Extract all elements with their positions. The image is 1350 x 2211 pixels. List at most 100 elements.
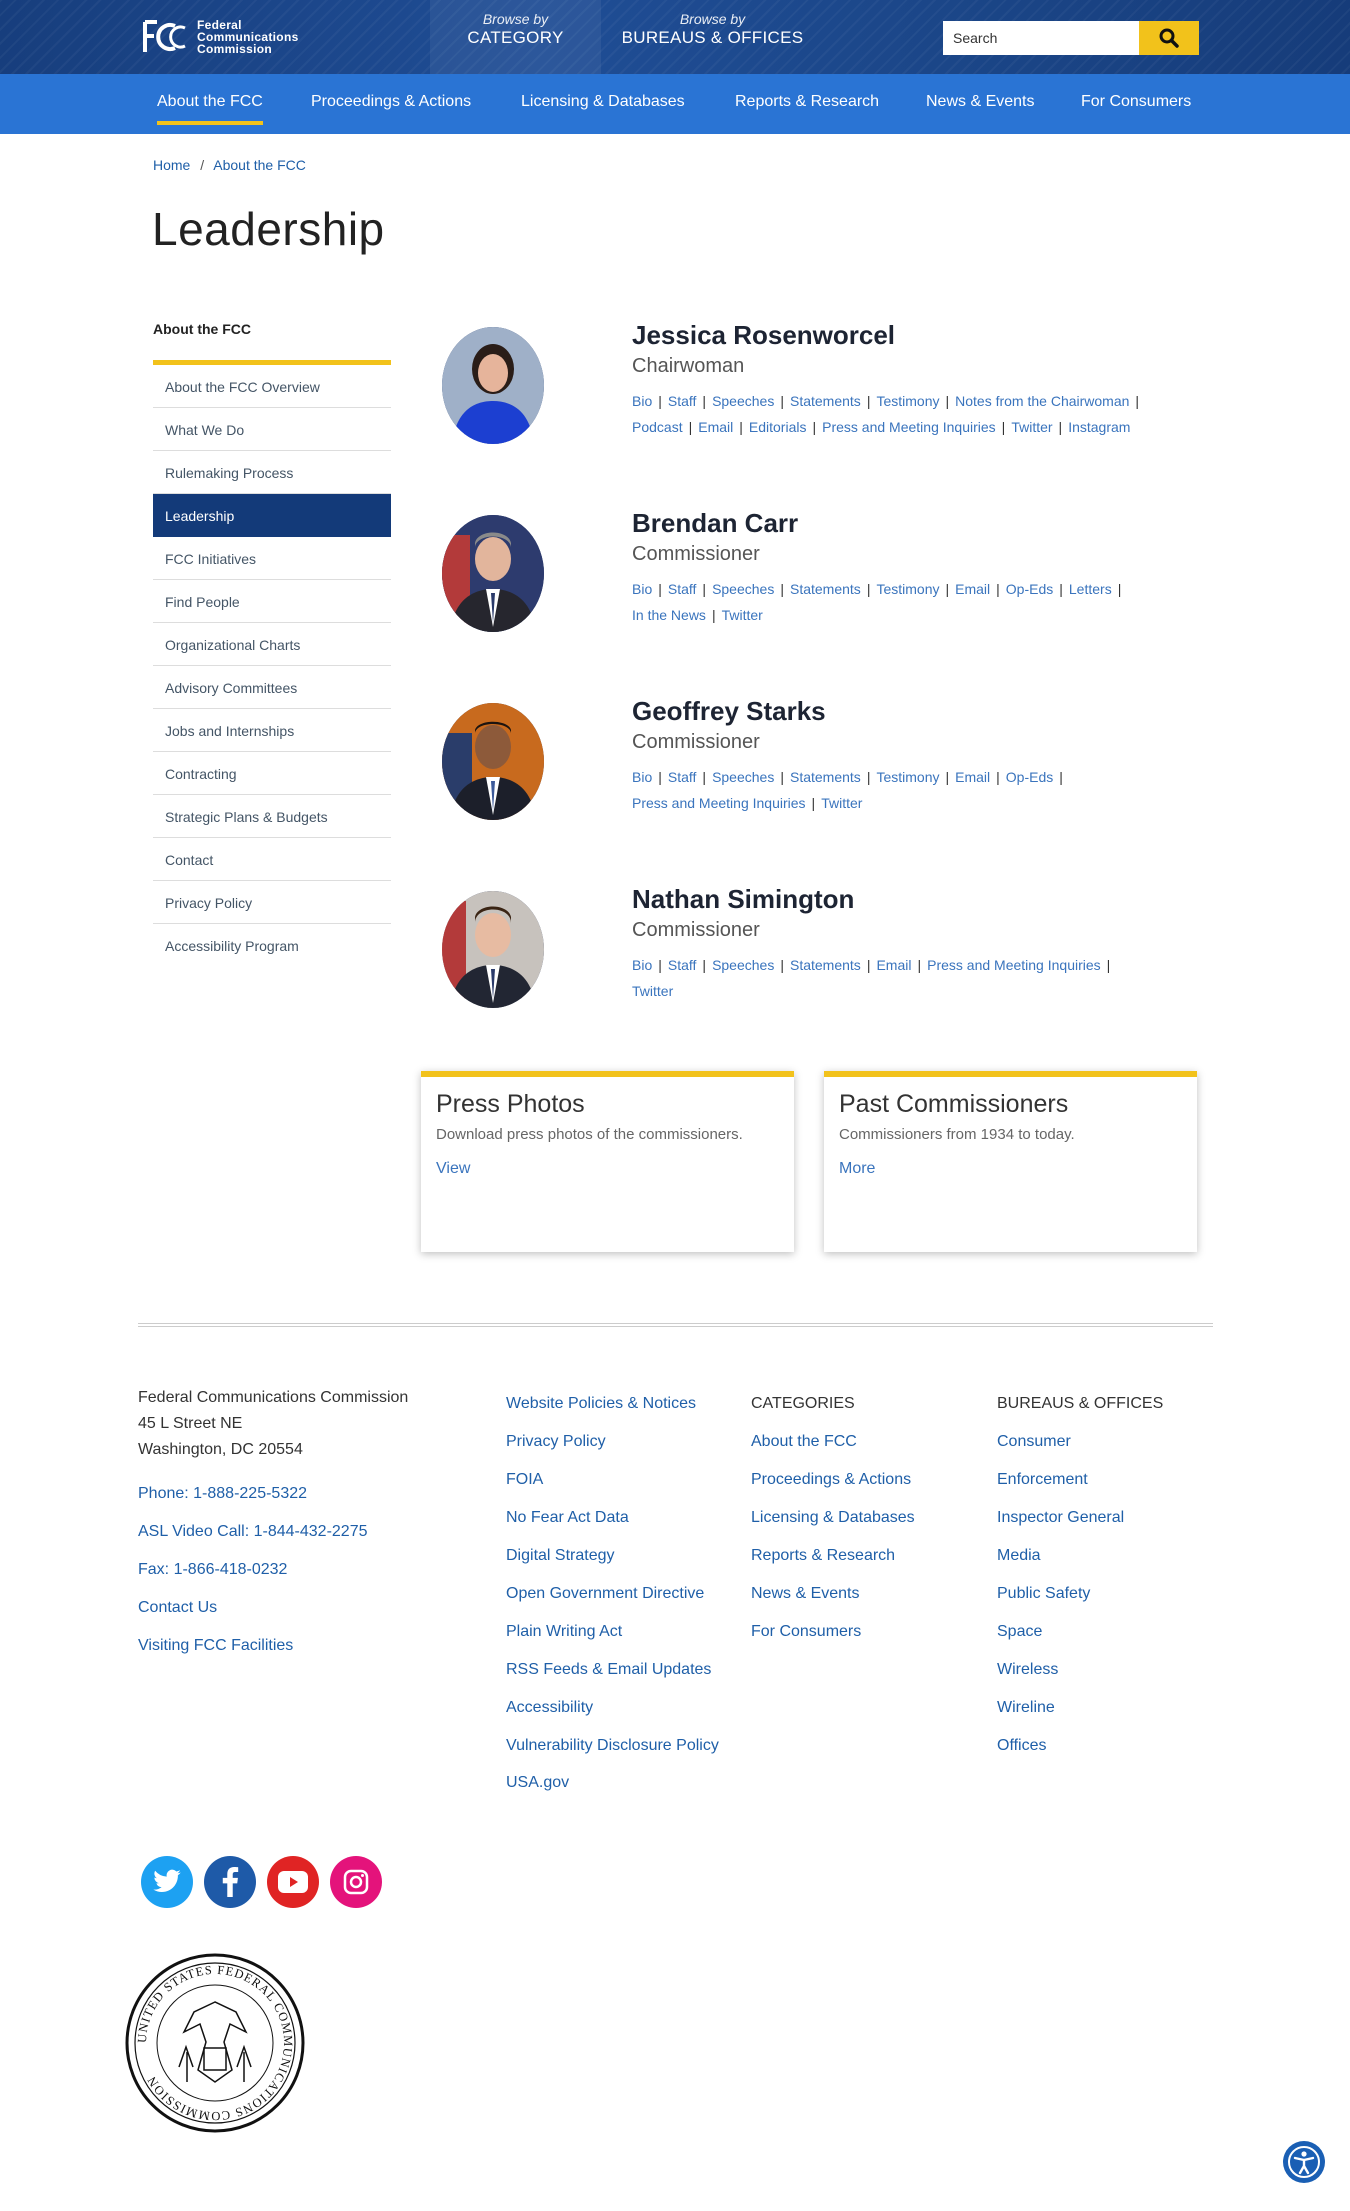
email-link[interactable]: Email (955, 581, 990, 597)
press-photos-view-link[interactable]: View (436, 1160, 779, 1178)
footer-policy-link[interactable]: Privacy Policy (506, 1423, 726, 1461)
letters-link[interactable]: Letters (1069, 581, 1112, 597)
notes-link[interactable]: Notes from the Chairwoman (955, 393, 1129, 409)
nav-for-consumers[interactable]: For Consumers (1081, 93, 1191, 111)
sidebar-item-what-we-do[interactable]: What We Do (153, 408, 391, 451)
footer-policy-link[interactable]: Website Policies & Notices (506, 1385, 726, 1423)
footer-category-link[interactable]: Proceedings & Actions (751, 1461, 971, 1499)
sidebar-item-leadership[interactable]: Leadership (153, 494, 391, 537)
instagram-icon[interactable] (330, 1856, 382, 1908)
footer-policy-link[interactable]: Digital Strategy (506, 1537, 726, 1575)
youtube-icon[interactable] (267, 1856, 319, 1908)
speeches-link[interactable]: Speeches (712, 393, 774, 409)
search-input[interactable] (943, 21, 1139, 55)
footer-category-link[interactable]: News & Events (751, 1575, 971, 1613)
nav-reports-research[interactable]: Reports & Research (735, 93, 879, 111)
staff-link[interactable]: Staff (668, 769, 697, 785)
footer-contact-us-link[interactable]: Contact Us (138, 1589, 458, 1627)
leader-name[interactable]: Nathan Simington (632, 884, 1192, 915)
podcast-link[interactable]: Podcast (632, 419, 683, 435)
nav-about-the-fcc[interactable]: About the FCC (157, 93, 263, 125)
twitter-link[interactable]: Twitter (821, 795, 862, 811)
statements-link[interactable]: Statements (790, 957, 861, 973)
portrait-photo[interactable] (442, 327, 544, 444)
email-link[interactable]: Email (955, 769, 990, 785)
sidebar-item-find-people[interactable]: Find People (153, 580, 391, 623)
footer-fax-link[interactable]: Fax: 1-866-418-0232 (138, 1551, 458, 1589)
in-the-news-link[interactable]: In the News (632, 607, 706, 623)
sidebar-item-advisory[interactable]: Advisory Committees (153, 666, 391, 709)
portrait-photo[interactable] (442, 515, 544, 632)
bio-link[interactable]: Bio (632, 769, 652, 785)
press-inquiries-link[interactable]: Press and Meeting Inquiries (822, 419, 996, 435)
footer-policy-link[interactable]: Open Government Directive (506, 1575, 726, 1613)
breadcrumb-home-link[interactable]: Home (153, 157, 190, 173)
sidebar-item-rulemaking[interactable]: Rulemaking Process (153, 451, 391, 494)
footer-category-link[interactable]: Reports & Research (751, 1537, 971, 1575)
past-commissioners-more-link[interactable]: More (839, 1160, 1182, 1178)
footer-category-link[interactable]: About the FCC (751, 1423, 971, 1461)
footer-bureau-link[interactable]: Media (997, 1537, 1197, 1575)
footer-policy-link[interactable]: No Fear Act Data (506, 1499, 726, 1537)
twitter-icon[interactable] (141, 1856, 193, 1908)
footer-bureau-link[interactable]: Consumer (997, 1423, 1197, 1461)
op-eds-link[interactable]: Op-Eds (1006, 769, 1053, 785)
sidebar-item-accessibility[interactable]: Accessibility Program (153, 924, 391, 967)
speeches-link[interactable]: Speeches (712, 769, 774, 785)
sidebar-item-strategic-plans[interactable]: Strategic Plans & Budgets (153, 795, 391, 838)
accessibility-button[interactable] (1283, 2141, 1325, 2183)
footer-asl-link[interactable]: ASL Video Call: 1-844-432-2275 (138, 1513, 458, 1551)
testimony-link[interactable]: Testimony (876, 769, 939, 785)
portrait-photo[interactable] (442, 891, 544, 1008)
footer-category-link[interactable]: For Consumers (751, 1613, 971, 1651)
speeches-link[interactable]: Speeches (712, 957, 774, 973)
press-inquiries-link[interactable]: Press and Meeting Inquiries (927, 957, 1101, 973)
footer-bureau-link[interactable]: Enforcement (997, 1461, 1197, 1499)
sidebar-item-privacy[interactable]: Privacy Policy (153, 881, 391, 924)
search-button[interactable] (1139, 21, 1199, 55)
footer-policy-link[interactable]: Vulnerability Disclosure Policy (506, 1727, 726, 1764)
testimony-link[interactable]: Testimony (876, 393, 939, 409)
twitter-link[interactable]: Twitter (722, 607, 763, 623)
footer-bureau-link[interactable]: Inspector General (997, 1499, 1197, 1537)
statements-link[interactable]: Statements (790, 393, 861, 409)
footer-policy-link[interactable]: Plain Writing Act (506, 1613, 726, 1651)
footer-policy-link[interactable]: USA.gov (506, 1764, 726, 1802)
testimony-link[interactable]: Testimony (876, 581, 939, 597)
browse-by-bureaus-button[interactable]: Browse by BUREAUS & OFFICES (610, 0, 815, 74)
browse-by-category-button[interactable]: Browse by CATEGORY (430, 0, 601, 74)
twitter-link[interactable]: Twitter (632, 983, 673, 999)
statements-link[interactable]: Statements (790, 581, 861, 597)
instagram-link[interactable]: Instagram (1068, 419, 1130, 435)
bio-link[interactable]: Bio (632, 581, 652, 597)
sidebar-item-contracting[interactable]: Contracting (153, 752, 391, 795)
press-inquiries-link[interactable]: Press and Meeting Inquiries (632, 795, 806, 811)
bio-link[interactable]: Bio (632, 957, 652, 973)
footer-phone-link[interactable]: Phone: 1-888-225-5322 (138, 1475, 458, 1513)
speeches-link[interactable]: Speeches (712, 581, 774, 597)
email-link[interactable]: Email (876, 957, 911, 973)
staff-link[interactable]: Staff (668, 957, 697, 973)
staff-link[interactable]: Staff (668, 393, 697, 409)
breadcrumb-about-link[interactable]: About the FCC (213, 157, 306, 173)
facebook-icon[interactable] (204, 1856, 256, 1908)
twitter-link[interactable]: Twitter (1011, 419, 1052, 435)
email-link[interactable]: Email (698, 419, 733, 435)
sidebar-item-initiatives[interactable]: FCC Initiatives (153, 537, 391, 580)
sidebar-item-org-charts[interactable]: Organizational Charts (153, 623, 391, 666)
leader-name[interactable]: Geoffrey Starks (632, 696, 1192, 727)
footer-bureau-link[interactable]: Wireless (997, 1651, 1197, 1689)
statements-link[interactable]: Statements (790, 769, 861, 785)
staff-link[interactable]: Staff (668, 581, 697, 597)
fcc-logo[interactable]: Federal Communications Commission (141, 18, 299, 56)
nav-news-events[interactable]: News & Events (926, 93, 1034, 111)
op-eds-link[interactable]: Op-Eds (1006, 581, 1053, 597)
footer-policy-link[interactable]: FOIA (506, 1461, 726, 1499)
portrait-photo[interactable] (442, 703, 544, 820)
sidebar-item-overview[interactable]: About the FCC Overview (153, 365, 391, 408)
footer-bureau-link[interactable]: Wireline (997, 1689, 1197, 1727)
bio-link[interactable]: Bio (632, 393, 652, 409)
footer-bureau-link[interactable]: Public Safety (997, 1575, 1197, 1613)
leader-name[interactable]: Brendan Carr (632, 508, 1192, 539)
sidebar-item-jobs[interactable]: Jobs and Internships (153, 709, 391, 752)
